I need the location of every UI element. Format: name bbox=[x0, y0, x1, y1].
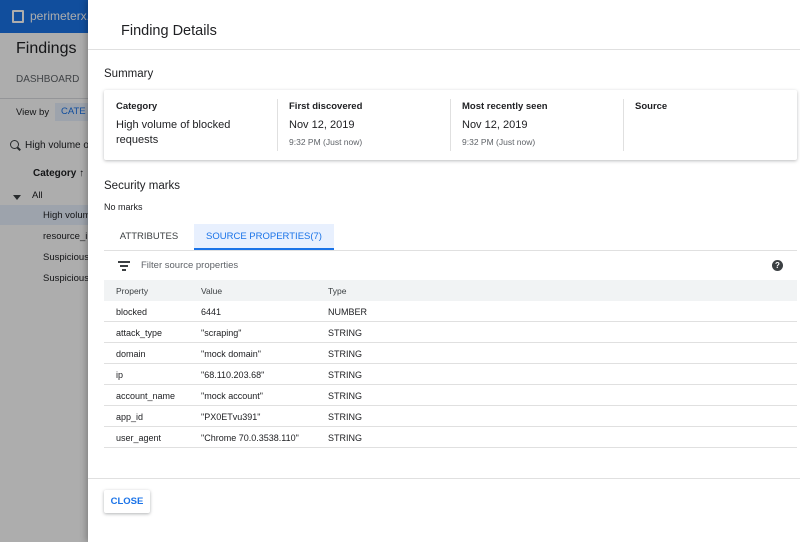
panel-title: Finding Details bbox=[121, 23, 217, 39]
table-row: ip "68.110.203.68" STRING bbox=[104, 364, 797, 385]
property-name: blocked bbox=[116, 307, 148, 317]
filter-bar[interactable]: Filter source properties ? bbox=[104, 252, 797, 279]
header-property[interactable]: Property bbox=[116, 286, 148, 296]
property-name: app_id bbox=[116, 412, 144, 422]
table-row: attack_type "scraping" STRING bbox=[104, 322, 797, 343]
table-row: user_agent "Chrome 70.0.3538.110" STRING bbox=[104, 427, 797, 448]
property-name: account_name bbox=[116, 391, 176, 401]
header-type[interactable]: Type bbox=[328, 286, 346, 296]
summary-heading: Summary bbox=[104, 68, 154, 80]
source-label: Source bbox=[635, 101, 668, 112]
summary-category: Category High volume of blocked requests bbox=[104, 90, 277, 160]
details-tabs: ATTRIBUTES SOURCE PROPERTIES(7) bbox=[104, 224, 797, 251]
property-type: STRING bbox=[328, 370, 363, 380]
table-row: domain "mock domain" STRING bbox=[104, 343, 797, 364]
property-name: ip bbox=[116, 370, 124, 380]
table-row: account_name "mock account" STRING bbox=[104, 385, 797, 406]
property-name: attack_type bbox=[116, 328, 163, 338]
most-recent-time: 9:32 PM (Just now) bbox=[462, 137, 536, 147]
most-recent-label: Most recently seen bbox=[462, 101, 548, 112]
source-properties-table: Property Value Type blocked 6441 NUMBER … bbox=[104, 280, 797, 448]
summary-source: Source bbox=[623, 90, 797, 160]
property-type: STRING bbox=[328, 349, 363, 359]
property-value: "mock domain" bbox=[201, 349, 261, 359]
property-value: "PX0ETvu391" bbox=[201, 412, 261, 422]
category-value: High volume of blocked requests bbox=[116, 119, 231, 146]
security-marks-heading: Security marks bbox=[104, 180, 181, 192]
property-value: "scraping" bbox=[201, 328, 242, 338]
property-name: user_agent bbox=[116, 433, 162, 443]
category-label: Category bbox=[116, 101, 158, 112]
security-marks-value: No marks bbox=[104, 202, 143, 212]
first-discovered-label: First discovered bbox=[289, 101, 363, 112]
summary-most-recent: Most recently seen Nov 12, 2019 9:32 PM … bbox=[450, 90, 623, 160]
property-value: "Chrome 70.0.3538.110" bbox=[201, 433, 299, 443]
property-type: NUMBER bbox=[328, 307, 368, 317]
property-type: STRING bbox=[328, 391, 363, 401]
summary-first-discovered: First discovered Nov 12, 2019 9:32 PM (J… bbox=[277, 90, 450, 160]
table-row: blocked 6441 NUMBER bbox=[104, 301, 797, 322]
property-type: STRING bbox=[328, 328, 363, 338]
property-value: 6441 bbox=[201, 307, 222, 317]
tab-attributes[interactable]: ATTRIBUTES bbox=[104, 224, 194, 250]
first-discovered-date: Nov 12, 2019 bbox=[289, 119, 355, 131]
first-discovered-time: 9:32 PM (Just now) bbox=[289, 137, 363, 147]
filter-icon[interactable] bbox=[118, 261, 130, 271]
finding-details-panel: Finding Details Summary Category High vo… bbox=[88, 0, 800, 542]
table-header: Property Value Type bbox=[104, 280, 797, 301]
table-row: app_id "PX0ETvu391" STRING bbox=[104, 406, 797, 427]
property-type: STRING bbox=[328, 412, 363, 422]
filter-input[interactable]: Filter source properties bbox=[141, 260, 238, 271]
property-type: STRING bbox=[328, 433, 363, 443]
property-name: domain bbox=[116, 349, 146, 359]
property-value: "mock account" bbox=[201, 391, 263, 401]
tab-source-properties[interactable]: SOURCE PROPERTIES(7) bbox=[194, 224, 334, 250]
summary-card: Category High volume of blocked requests… bbox=[104, 90, 797, 160]
close-button[interactable]: CLOSE bbox=[104, 490, 150, 513]
panel-footer: CLOSE bbox=[88, 478, 800, 542]
most-recent-date: Nov 12, 2019 bbox=[462, 119, 528, 131]
header-value[interactable]: Value bbox=[201, 286, 222, 296]
property-value: "68.110.203.68" bbox=[201, 370, 265, 380]
help-icon[interactable]: ? bbox=[772, 260, 783, 271]
panel-header: Finding Details bbox=[88, 0, 800, 50]
